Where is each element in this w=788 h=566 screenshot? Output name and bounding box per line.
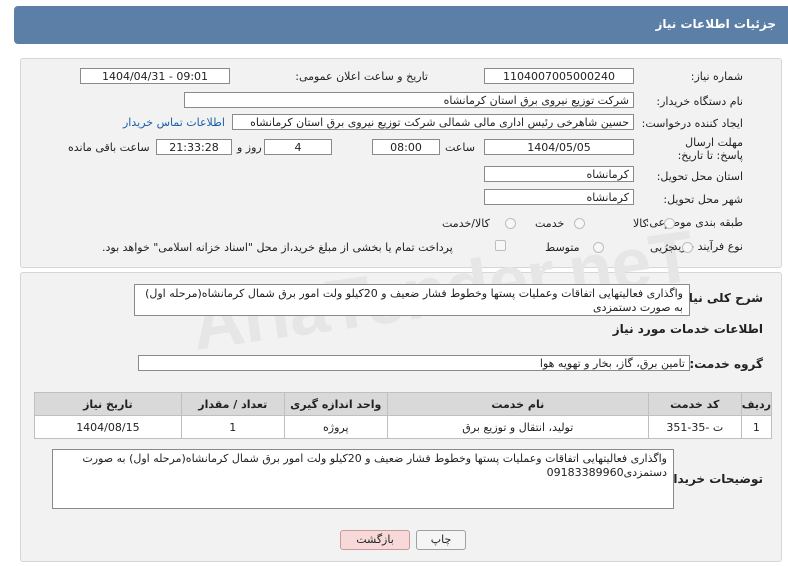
deadline-time-label: ساعت xyxy=(445,141,475,154)
cell-unit: پروژه xyxy=(283,415,388,439)
col-row-header: ردیف xyxy=(740,392,773,416)
creator-label: ایجاد کننده درخواست: xyxy=(641,117,743,130)
process-option-minor-label: جزیی xyxy=(650,241,676,254)
cell-row-number: 1 xyxy=(740,415,773,439)
deadline-label: مهلت ارسال پاسخ: تا تاریخ: xyxy=(677,136,743,162)
deadline-time-field: 08:00 xyxy=(372,139,440,155)
process-option-medium-label: متوسط xyxy=(545,241,580,254)
announce-label: تاریخ و ساعت اعلان عمومی: xyxy=(295,70,428,83)
cell-service-name: تولید، انتقال و توزیع برق xyxy=(386,415,649,439)
category-label: طبقه بندی موضوعی: xyxy=(645,216,743,229)
services-table: ردیف کد خدمت نام خدمت واحد اندازه گیری ت… xyxy=(34,392,773,439)
announce-datetime-field: 1404/04/31 - 09:01 xyxy=(80,68,230,84)
print-button[interactable]: چاپ xyxy=(416,530,466,550)
process-minor-radio[interactable] xyxy=(682,242,693,253)
category-goods-radio[interactable] xyxy=(664,218,675,229)
category-option-service-label: خدمت xyxy=(535,217,565,230)
treasury-payment-note: پرداخت تمام یا بخشی از مبلغ خرید،از محل … xyxy=(102,241,453,254)
table-row: 1 ت -35-351 تولید، انتقال و توزیع برق پر… xyxy=(34,415,773,439)
deadline-date-field: 1404/05/05 xyxy=(484,139,634,155)
category-service-radio[interactable] xyxy=(574,218,585,229)
buyer-contact-link[interactable]: اطلاعات تماس خریدار xyxy=(123,116,225,129)
col-name-header: نام خدمت xyxy=(386,392,649,416)
remaining-time-field: 21:33:28 xyxy=(156,139,232,155)
summary-textarea: واگذاری فعالیتهایی اتفاقات وعملیات پستها… xyxy=(134,284,690,316)
service-group-field: تامین برق، گاز، بخار و تهویه هوا xyxy=(138,355,690,371)
cell-quantity: 1 xyxy=(180,415,285,439)
days-label: روز و xyxy=(237,141,262,154)
province-field: کرمانشاه xyxy=(484,166,634,182)
creator-field: حسین شاهرخی رئیس اداری مالی شمالی شرکت ت… xyxy=(232,114,634,130)
category-option-goods-label: کالا xyxy=(633,217,648,230)
service-group-label: گروه خدمت: xyxy=(689,357,763,371)
buyer-org-field: شرکت توزیع نیروی برق استان کرمانشاه xyxy=(184,92,634,108)
need-number-label: شماره نیاز: xyxy=(690,70,743,83)
remaining-time-label: ساعت باقی مانده xyxy=(68,141,150,154)
treasury-payment-checkbox[interactable] xyxy=(495,240,506,251)
buyer-notes-label: توضیحات خریدار: xyxy=(661,472,763,486)
days-remaining-field: 4 xyxy=(264,139,332,155)
cell-need-date: 1404/08/15 xyxy=(34,415,182,439)
col-date-header: تاریخ نیاز xyxy=(34,392,182,416)
buyer-notes-textarea: واگذاری فعالیتهایی اتفاقات وعملیات پستها… xyxy=(52,449,674,509)
province-label: استان محل تحویل: xyxy=(656,170,743,183)
process-medium-radio[interactable] xyxy=(593,242,604,253)
table-header-row: ردیف کد خدمت نام خدمت واحد اندازه گیری ت… xyxy=(34,392,773,416)
col-code-header: کد خدمت xyxy=(647,392,742,416)
category-both-radio[interactable] xyxy=(505,218,516,229)
process-type-label: نوع فرآیند خرید : xyxy=(665,240,743,253)
header-bar: جزئیات اطلاعات نیاز xyxy=(14,6,788,44)
category-option-both-label: کالا/خدمت xyxy=(442,217,490,230)
col-qty-header: تعداد / مقدار xyxy=(180,392,285,416)
page-title: جزئیات اطلاعات نیاز xyxy=(655,17,776,31)
city-field: کرمانشاه xyxy=(484,189,634,205)
col-unit-header: واحد اندازه گیری xyxy=(283,392,388,416)
services-section-title: اطلاعات خدمات مورد نیاز xyxy=(612,322,763,336)
buyer-org-label: نام دستگاه خریدار: xyxy=(656,95,743,108)
need-number-field: 1104007005000240 xyxy=(484,68,634,84)
city-label: شهر محل تحویل: xyxy=(663,193,743,206)
back-button[interactable]: بازگشت xyxy=(340,530,410,550)
cell-service-code: ت -35-351 xyxy=(647,415,742,439)
